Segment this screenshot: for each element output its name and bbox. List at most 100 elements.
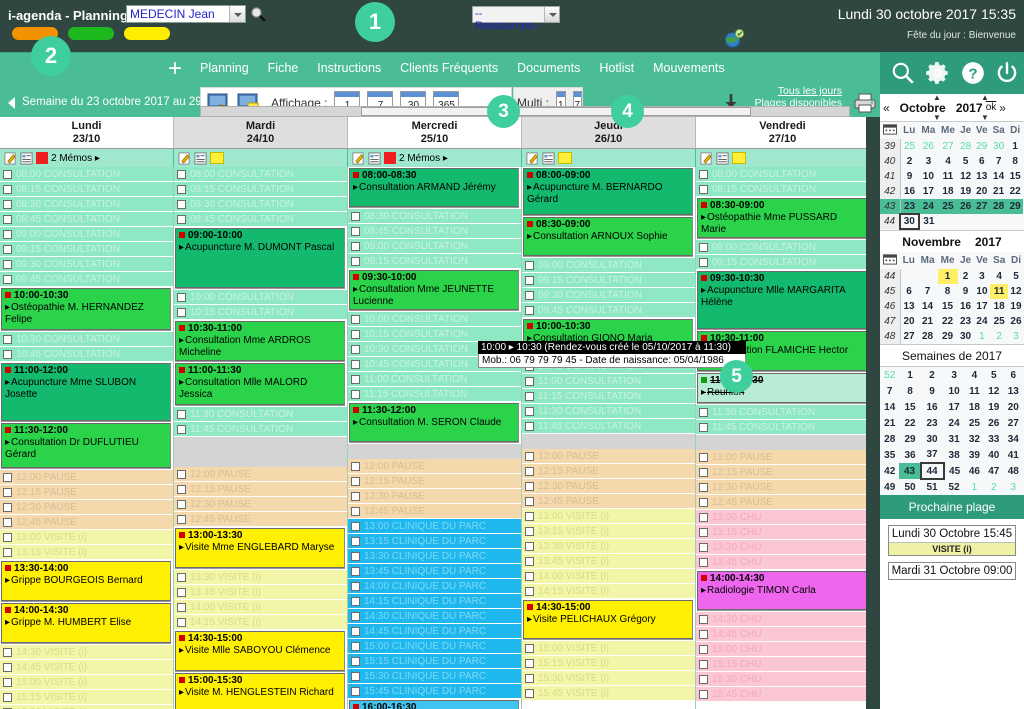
week-number[interactable]: 48 (880, 329, 901, 344)
calendar-day[interactable]: 11 (990, 284, 1008, 299)
slot-checkbox[interactable] (525, 406, 534, 416)
time-slot[interactable]: 10:15 CONSULTATION (174, 305, 347, 320)
time-slot[interactable]: 10:00 CONSULTATION (348, 312, 521, 327)
scrollbar-thumb[interactable] (361, 107, 751, 116)
slot-checkbox[interactable] (699, 542, 708, 552)
help-icon[interactable]: ? (960, 60, 986, 86)
time-slot[interactable]: 14:15 VISITE (i) (174, 615, 347, 630)
week-cell[interactable]: 23 (921, 415, 944, 431)
slot-checkbox[interactable] (351, 461, 360, 471)
time-slot[interactable]: 15:00 VISITE (i) (522, 641, 695, 656)
week-cell[interactable]: 27 (1004, 415, 1023, 431)
slot-checkbox[interactable] (699, 689, 708, 699)
slot-checkbox[interactable] (351, 256, 360, 266)
week-cell[interactable]: 26 (984, 415, 1003, 431)
week-cell[interactable]: 28 (880, 431, 899, 447)
time-slot[interactable]: 15:00 CLINIQUE DU PARC (348, 639, 521, 654)
slot-checkbox[interactable] (3, 349, 12, 359)
slot-checkbox[interactable] (177, 292, 186, 302)
week-cell[interactable]: 2 (984, 479, 1003, 495)
nav-item-instructions[interactable]: Instructions (317, 61, 381, 75)
slot-checkbox[interactable] (3, 229, 12, 239)
calendar-day[interactable]: 16 (958, 299, 974, 314)
slot-checkbox[interactable] (351, 521, 360, 531)
nav-item-planning[interactable]: Planning (200, 61, 249, 75)
slot-checkbox[interactable] (699, 452, 708, 462)
week-cell[interactable]: 50 (899, 479, 920, 495)
time-slot[interactable]: 09:15 CONSULTATION (522, 273, 695, 288)
week-number[interactable]: 43 (880, 199, 901, 214)
calendar-week-row[interactable]: 41 9 10 11 12 13 14 15 (880, 169, 1023, 184)
edit-memo-icon[interactable] (4, 151, 17, 165)
time-slot[interactable]: 08:30 CONSULTATION (348, 209, 521, 224)
time-slot[interactable]: 12:45 PAUSE (348, 504, 521, 519)
calendar-week-row[interactable]: 43 23 24 25 26 27 28 29 (880, 199, 1023, 214)
calendar-day[interactable]: 10 (974, 284, 991, 299)
calendar-day[interactable]: 27 (938, 139, 958, 154)
time-slot[interactable]: 09:00 CONSULTATION (0, 227, 173, 242)
calendar-week-row[interactable]: 47 20 21 22 23 24 25 26 (880, 314, 1024, 329)
week-cell[interactable]: 5 (984, 367, 1003, 383)
time-slot[interactable]: 09:30 CONSULTATION (522, 288, 695, 303)
calendar-day[interactable]: 3 (919, 154, 939, 169)
time-slot[interactable]: 15:45 VISITE (i) (522, 686, 695, 701)
slot-checkbox[interactable] (699, 169, 708, 179)
calendar-week-row[interactable]: 39 25 26 27 28 29 30 1 (880, 139, 1023, 154)
appointment-block[interactable]: 14:00-14:30Radiologie TIMON Carla (697, 571, 867, 610)
time-slot[interactable]: 09:00 CONSULTATION (348, 239, 521, 254)
time-slot[interactable]: 11:15 CONSULTATION (522, 389, 695, 404)
time-slot[interactable]: 13:30 CHU (696, 540, 869, 555)
calendar-day[interactable]: 1 (1007, 139, 1023, 154)
calendar-day[interactable]: 20 (973, 184, 990, 199)
calendar-day[interactable] (990, 214, 1007, 229)
time-slot[interactable]: 14:30 CLINIQUE DU PARC (348, 609, 521, 624)
time-slot[interactable]: 12:45 PAUSE (0, 515, 173, 530)
slot-checkbox[interactable] (3, 334, 12, 344)
power-icon[interactable] (994, 60, 1020, 86)
week-cell[interactable]: 40 (984, 447, 1003, 463)
slot-checkbox[interactable] (177, 424, 186, 434)
week-number[interactable]: 46 (880, 299, 901, 314)
calendar-day[interactable]: 9 (900, 169, 919, 184)
slot-checkbox[interactable] (177, 469, 186, 479)
calendar-day[interactable]: 2 (990, 329, 1008, 344)
time-slot[interactable] (348, 444, 521, 459)
time-slot[interactable]: 14:15 CLINIQUE DU PARC (348, 594, 521, 609)
calendar-day[interactable]: 2 (900, 154, 919, 169)
week-number[interactable]: 47 (880, 314, 901, 329)
week-cell[interactable]: 45 (944, 463, 965, 479)
slot-checkbox[interactable] (351, 581, 360, 591)
time-slot[interactable]: 08:00 CONSULTATION (0, 167, 173, 182)
week-cell[interactable]: 12 (984, 383, 1003, 399)
list-memo-icon[interactable] (368, 151, 381, 165)
time-slot[interactable]: 15:30 CHU (696, 672, 869, 687)
calendar-day[interactable] (973, 214, 990, 229)
week-cell[interactable]: 10 (944, 383, 965, 399)
calendar-october[interactable]: Lu Ma Me Je Ve Sa Di 39 25 26 27 28 29 30 1 40 2 3 4 5 6 7 8 41… (880, 122, 1024, 230)
time-slot[interactable]: 12:45 PAUSE (696, 495, 869, 510)
slot-checkbox[interactable] (699, 422, 708, 432)
time-slot[interactable]: 11:30 CONSULTATION (522, 404, 695, 419)
calendar-day[interactable]: 5 (1008, 269, 1024, 284)
slot-checkbox[interactable] (177, 484, 186, 494)
time-slot[interactable]: 11:45 CONSULTATION (522, 419, 695, 434)
week-cell[interactable]: 33 (984, 431, 1003, 447)
calendar-week-row[interactable]: 48 27 28 29 30 1 2 3 (880, 329, 1024, 344)
calendar-day[interactable]: 4 (990, 269, 1008, 284)
time-slot[interactable]: 10:00 CONSULTATION (174, 290, 347, 305)
week-cell[interactable]: 18 (965, 399, 984, 415)
pill-green[interactable] (68, 27, 114, 40)
slot-checkbox[interactable] (351, 566, 360, 576)
slot-checkbox[interactable] (351, 641, 360, 651)
week-cell[interactable]: 4 (965, 367, 984, 383)
time-slot[interactable]: 13:45 VISITE (i) (522, 554, 695, 569)
memo-yellow-note[interactable] (558, 152, 572, 164)
memo-count-label[interactable]: 2 Mémos ▸ (399, 153, 448, 164)
appointment-block[interactable]: 10:30-11:00Consultation Mme ARDROS Miche… (175, 321, 345, 361)
time-slot[interactable]: 13:00 VISITE (i) (0, 530, 173, 545)
calendar-day[interactable]: 25 (900, 139, 919, 154)
time-slot[interactable]: 12:15 PAUSE (0, 485, 173, 500)
appointment-block[interactable]: 08:00-09:00Acupuncture M. BERNARDO Gérar… (523, 168, 693, 215)
time-slot[interactable]: 13:15 VISITE (i) (0, 545, 173, 560)
chevron-down-icon[interactable] (229, 6, 245, 22)
